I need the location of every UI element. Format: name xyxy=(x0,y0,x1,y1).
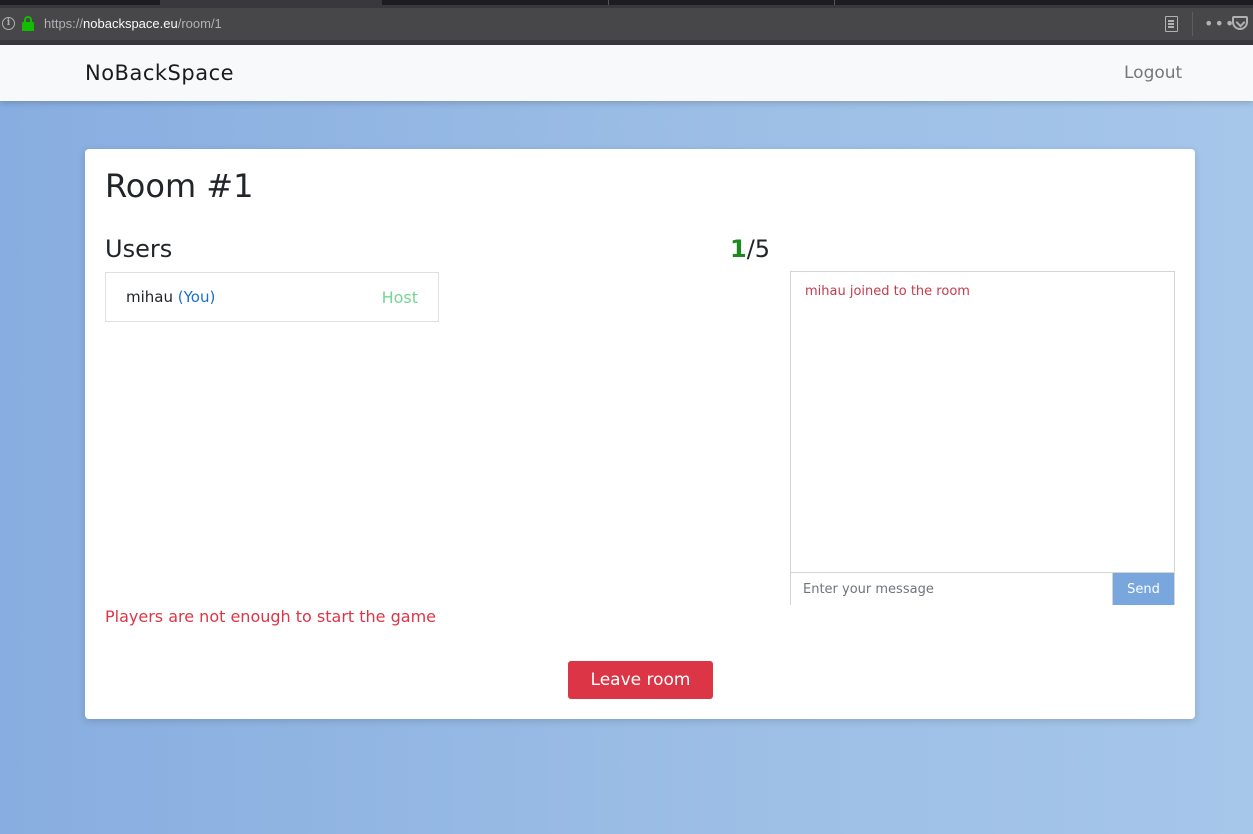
send-button[interactable]: Send xyxy=(1113,573,1174,605)
leave-room-button[interactable]: Leave room xyxy=(568,661,713,699)
chat-message-input[interactable] xyxy=(791,573,1113,605)
url-path: /room/1 xyxy=(177,16,222,31)
chat-message: mihau joined to the room xyxy=(805,284,970,299)
users-heading: Users xyxy=(105,235,173,263)
tab-separator xyxy=(834,0,835,5)
url-text[interactable]: https://nobackspace.eu/room/1 xyxy=(44,16,222,31)
info-icon[interactable]: i xyxy=(2,17,15,30)
user-list-item: mihau (You) Host xyxy=(105,272,439,322)
chat-messages[interactable]: mihau joined to the room xyxy=(791,272,1174,572)
more-actions-icon[interactable]: ••• xyxy=(1204,14,1235,33)
brand-link[interactable]: NoBackSpace xyxy=(85,61,234,85)
toolbar-divider xyxy=(1192,12,1193,36)
browser-tab-active[interactable] xyxy=(160,0,382,5)
logout-link[interactable]: Logout xyxy=(1124,63,1182,83)
you-tag: (You) xyxy=(177,288,216,306)
player-count: 1/5 xyxy=(730,235,770,263)
page-background: NoBackSpace Logout Room #1 Users 1/5 mih… xyxy=(0,45,1253,834)
status-message: Players are not enough to start the game xyxy=(105,607,436,626)
url-host: nobackspace.eu xyxy=(83,16,178,31)
reader-view-icon[interactable] xyxy=(1165,16,1178,32)
player-count-max: /5 xyxy=(746,235,771,263)
pocket-icon[interactable] xyxy=(1232,16,1248,30)
host-badge: Host xyxy=(381,288,418,307)
chat-input-row: Send xyxy=(791,572,1174,605)
url-bar[interactable]: i https://nobackspace.eu/room/1 ••• xyxy=(0,8,1253,40)
lock-icon[interactable] xyxy=(22,16,34,31)
tab-strip xyxy=(0,0,1253,5)
user-name: mihau (You) xyxy=(126,288,216,306)
chat-panel: mihau joined to the room Send xyxy=(790,271,1175,605)
tab-separator xyxy=(608,0,609,5)
navbar: NoBackSpace Logout xyxy=(0,45,1253,101)
room-card: Room #1 Users 1/5 mihau (You) Host Playe… xyxy=(85,149,1195,719)
room-title: Room #1 xyxy=(105,167,254,205)
player-count-current: 1 xyxy=(730,235,747,263)
browser-toolbar: i https://nobackspace.eu/room/1 ••• xyxy=(0,0,1253,45)
